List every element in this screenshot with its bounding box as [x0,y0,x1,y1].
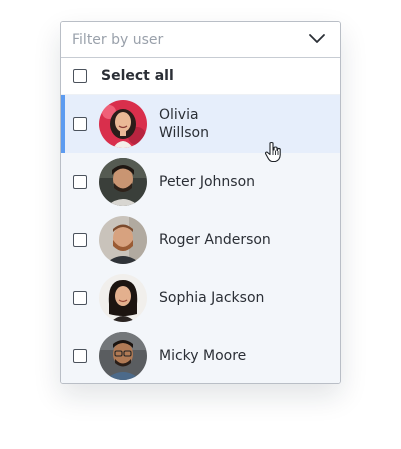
filter-input[interactable] [61,22,301,57]
user-row-sophia-jackson[interactable]: Sophia Jackson [61,269,340,327]
user-last-name: Willson [159,125,209,141]
user-row-roger-anderson[interactable]: Roger Anderson [61,211,340,269]
user-row-peter-johnson[interactable]: Peter Johnson [61,153,340,211]
user-avatar [99,332,147,380]
user-avatar [99,100,147,148]
user-checkbox[interactable] [73,349,87,363]
select-all-option[interactable]: Select all [61,58,340,94]
user-row-olivia-willson[interactable]: Olivia Willson [61,95,340,153]
user-avatar [99,216,147,264]
user-filter-dropdown: Select all Olivia Willson [60,21,341,384]
user-list: Olivia Willson Peter Johnson Roger Ander… [61,94,340,383]
user-checkbox[interactable] [73,233,87,247]
user-name: Olivia Willson [159,106,209,142]
user-checkbox[interactable] [73,117,87,131]
user-name: Micky Moore [159,348,247,364]
filter-header[interactable] [61,22,340,58]
user-avatar [99,158,147,206]
user-checkbox[interactable] [73,175,87,189]
user-checkbox[interactable] [73,291,87,305]
user-avatar [99,274,147,322]
user-first-name: Olivia [159,107,199,123]
select-all-checkbox[interactable] [73,69,87,83]
user-name: Peter Johnson [159,174,256,190]
chevron-down-icon[interactable] [308,32,326,46]
select-all-label: Select all [101,68,174,84]
user-name: Roger Anderson [159,232,271,248]
hand-cursor-icon [264,141,281,163]
user-row-micky-moore[interactable]: Micky Moore [61,327,340,383]
user-name: Sophia Jackson [159,290,265,306]
